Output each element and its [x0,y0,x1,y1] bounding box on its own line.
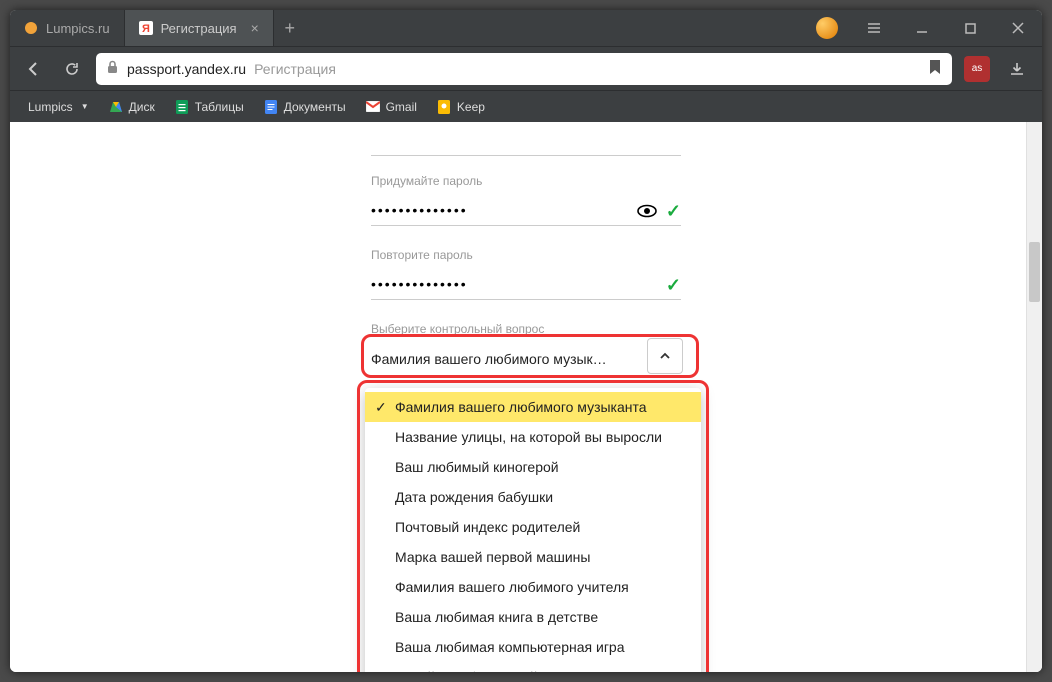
security-question-field-group: Выберите контрольный вопрос Фамилия ваше… [371,322,681,376]
vertical-scrollbar[interactable] [1026,122,1042,672]
bookmark-label: Документы [284,100,346,114]
favicon-yandex-icon: Я [139,21,153,35]
docs-icon [264,100,278,114]
field-divider [371,146,681,156]
close-icon [1012,22,1024,34]
security-question-select[interactable]: Фамилия вашего любимого музык… [371,342,651,376]
bookmark-label: Gmail [386,100,417,114]
download-icon [1009,61,1025,77]
bookmark-item-gmail[interactable]: Gmail [358,96,425,118]
maximize-button[interactable] [946,23,994,34]
dropdown-option[interactable]: Фамилия вашего любимого учителя [365,572,701,602]
addr-right [928,59,942,78]
bookmark-label: Таблицы [195,100,244,114]
minimize-icon [916,22,928,34]
sheets-icon [175,100,189,114]
minimize-button[interactable] [898,22,946,34]
dropdown-option[interactable]: Название улицы, на которой вы выросли [365,422,701,452]
maximize-icon [965,23,976,34]
drive-icon [109,100,123,114]
security-question-label: Выберите контрольный вопрос [371,322,681,336]
new-tab-button[interactable]: + [274,10,306,46]
bookmark-icon[interactable] [928,59,942,78]
bookmark-item-lumpics[interactable]: Lumpics ▼ [20,96,97,118]
lastfm-icon: as [964,56,990,82]
lastfm-extension-button[interactable]: as [962,54,992,84]
titlebar: Lumpics.ru Я Регистрация × + [10,10,1042,46]
password-input[interactable] [371,194,681,226]
dropdown-option[interactable]: Марка вашей первой машины [365,542,701,572]
bookmark-item-disk[interactable]: Диск [101,96,163,118]
url-page-label: Регистрация [254,61,336,77]
reload-button[interactable] [58,55,86,83]
url-field[interactable]: passport.yandex.ru Регистрация [96,53,952,85]
dropdown-option[interactable]: Дата рождения бабушки [365,482,701,512]
scrollbar-thumb[interactable] [1029,242,1040,302]
tab-title: Регистрация [161,21,237,36]
reload-icon [64,61,80,77]
profile-avatar-icon[interactable] [816,17,838,39]
address-bar: passport.yandex.ru Регистрация as [10,46,1042,90]
bookmark-label: Диск [129,100,155,114]
back-button[interactable] [20,55,48,83]
gmail-icon [366,100,380,114]
bookmark-label: Keep [457,100,485,114]
keep-icon [437,100,451,114]
security-question-dropdown: Фамилия вашего любимого музыкантаНазвани… [365,388,701,672]
close-button[interactable] [994,22,1042,34]
bookmark-item-docs[interactable]: Документы [256,96,354,118]
registration-form: Придумайте пароль ✓ Повторите пароль ✓ В… [371,122,681,672]
menu-button[interactable] [850,21,898,35]
check-icon: ✓ [666,201,681,222]
close-tab-icon[interactable]: × [251,20,259,36]
tab-strip: Lumpics.ru Я Регистрация × + [10,10,816,46]
chevron-down-icon: ▼ [81,102,89,111]
tab-registration[interactable]: Я Регистрация × [125,10,274,46]
dropdown-option[interactable]: Ваша любимая книга в детстве [365,602,701,632]
tab-lumpics[interactable]: Lumpics.ru [10,10,125,46]
downloads-button[interactable] [1002,54,1032,84]
back-icon [26,61,42,77]
check-icon: ✓ [666,275,681,296]
dropdown-toggle-button[interactable] [647,338,683,374]
tab-title: Lumpics.ru [46,21,110,36]
favicon-lumpics-icon [24,21,38,35]
bookmark-item-sheets[interactable]: Таблицы [167,96,252,118]
dropdown-option[interactable]: Ваша любимая компьютерная игра [365,632,701,662]
page-content: Придумайте пароль ✓ Повторите пароль ✓ В… [10,122,1042,672]
repeat-password-label: Повторите пароль [371,248,681,262]
bookmark-item-keep[interactable]: Keep [429,96,493,118]
password-label: Придумайте пароль [371,174,681,188]
dropdown-option[interactable]: Почтовый индекс родителей [365,512,701,542]
dropdown-option[interactable]: Ваш любимый киногерой [365,452,701,482]
window-controls [816,10,1042,46]
browser-window: Lumpics.ru Я Регистрация × + [10,10,1042,672]
repeat-password-input[interactable] [371,268,681,300]
bookmarks-bar: Lumpics ▼ Диск Таблицы Документы Gmail [10,90,1042,122]
bookmark-label: Lumpics [28,100,73,114]
show-password-icon[interactable] [636,200,658,222]
repeat-password-field-group: Повторите пароль ✓ [371,248,681,300]
dropdown-option[interactable]: Фамилия вашего любимого музыканта [365,392,701,422]
menu-icon [867,21,881,35]
password-field-group: Придумайте пароль ✓ [371,174,681,226]
dropdown-option[interactable]: Задайте собственный вопрос [365,662,701,672]
lock-icon [106,60,119,78]
chevron-up-icon [659,350,671,362]
svg-text:Я: Я [142,23,150,35]
url-host: passport.yandex.ru [127,61,246,77]
